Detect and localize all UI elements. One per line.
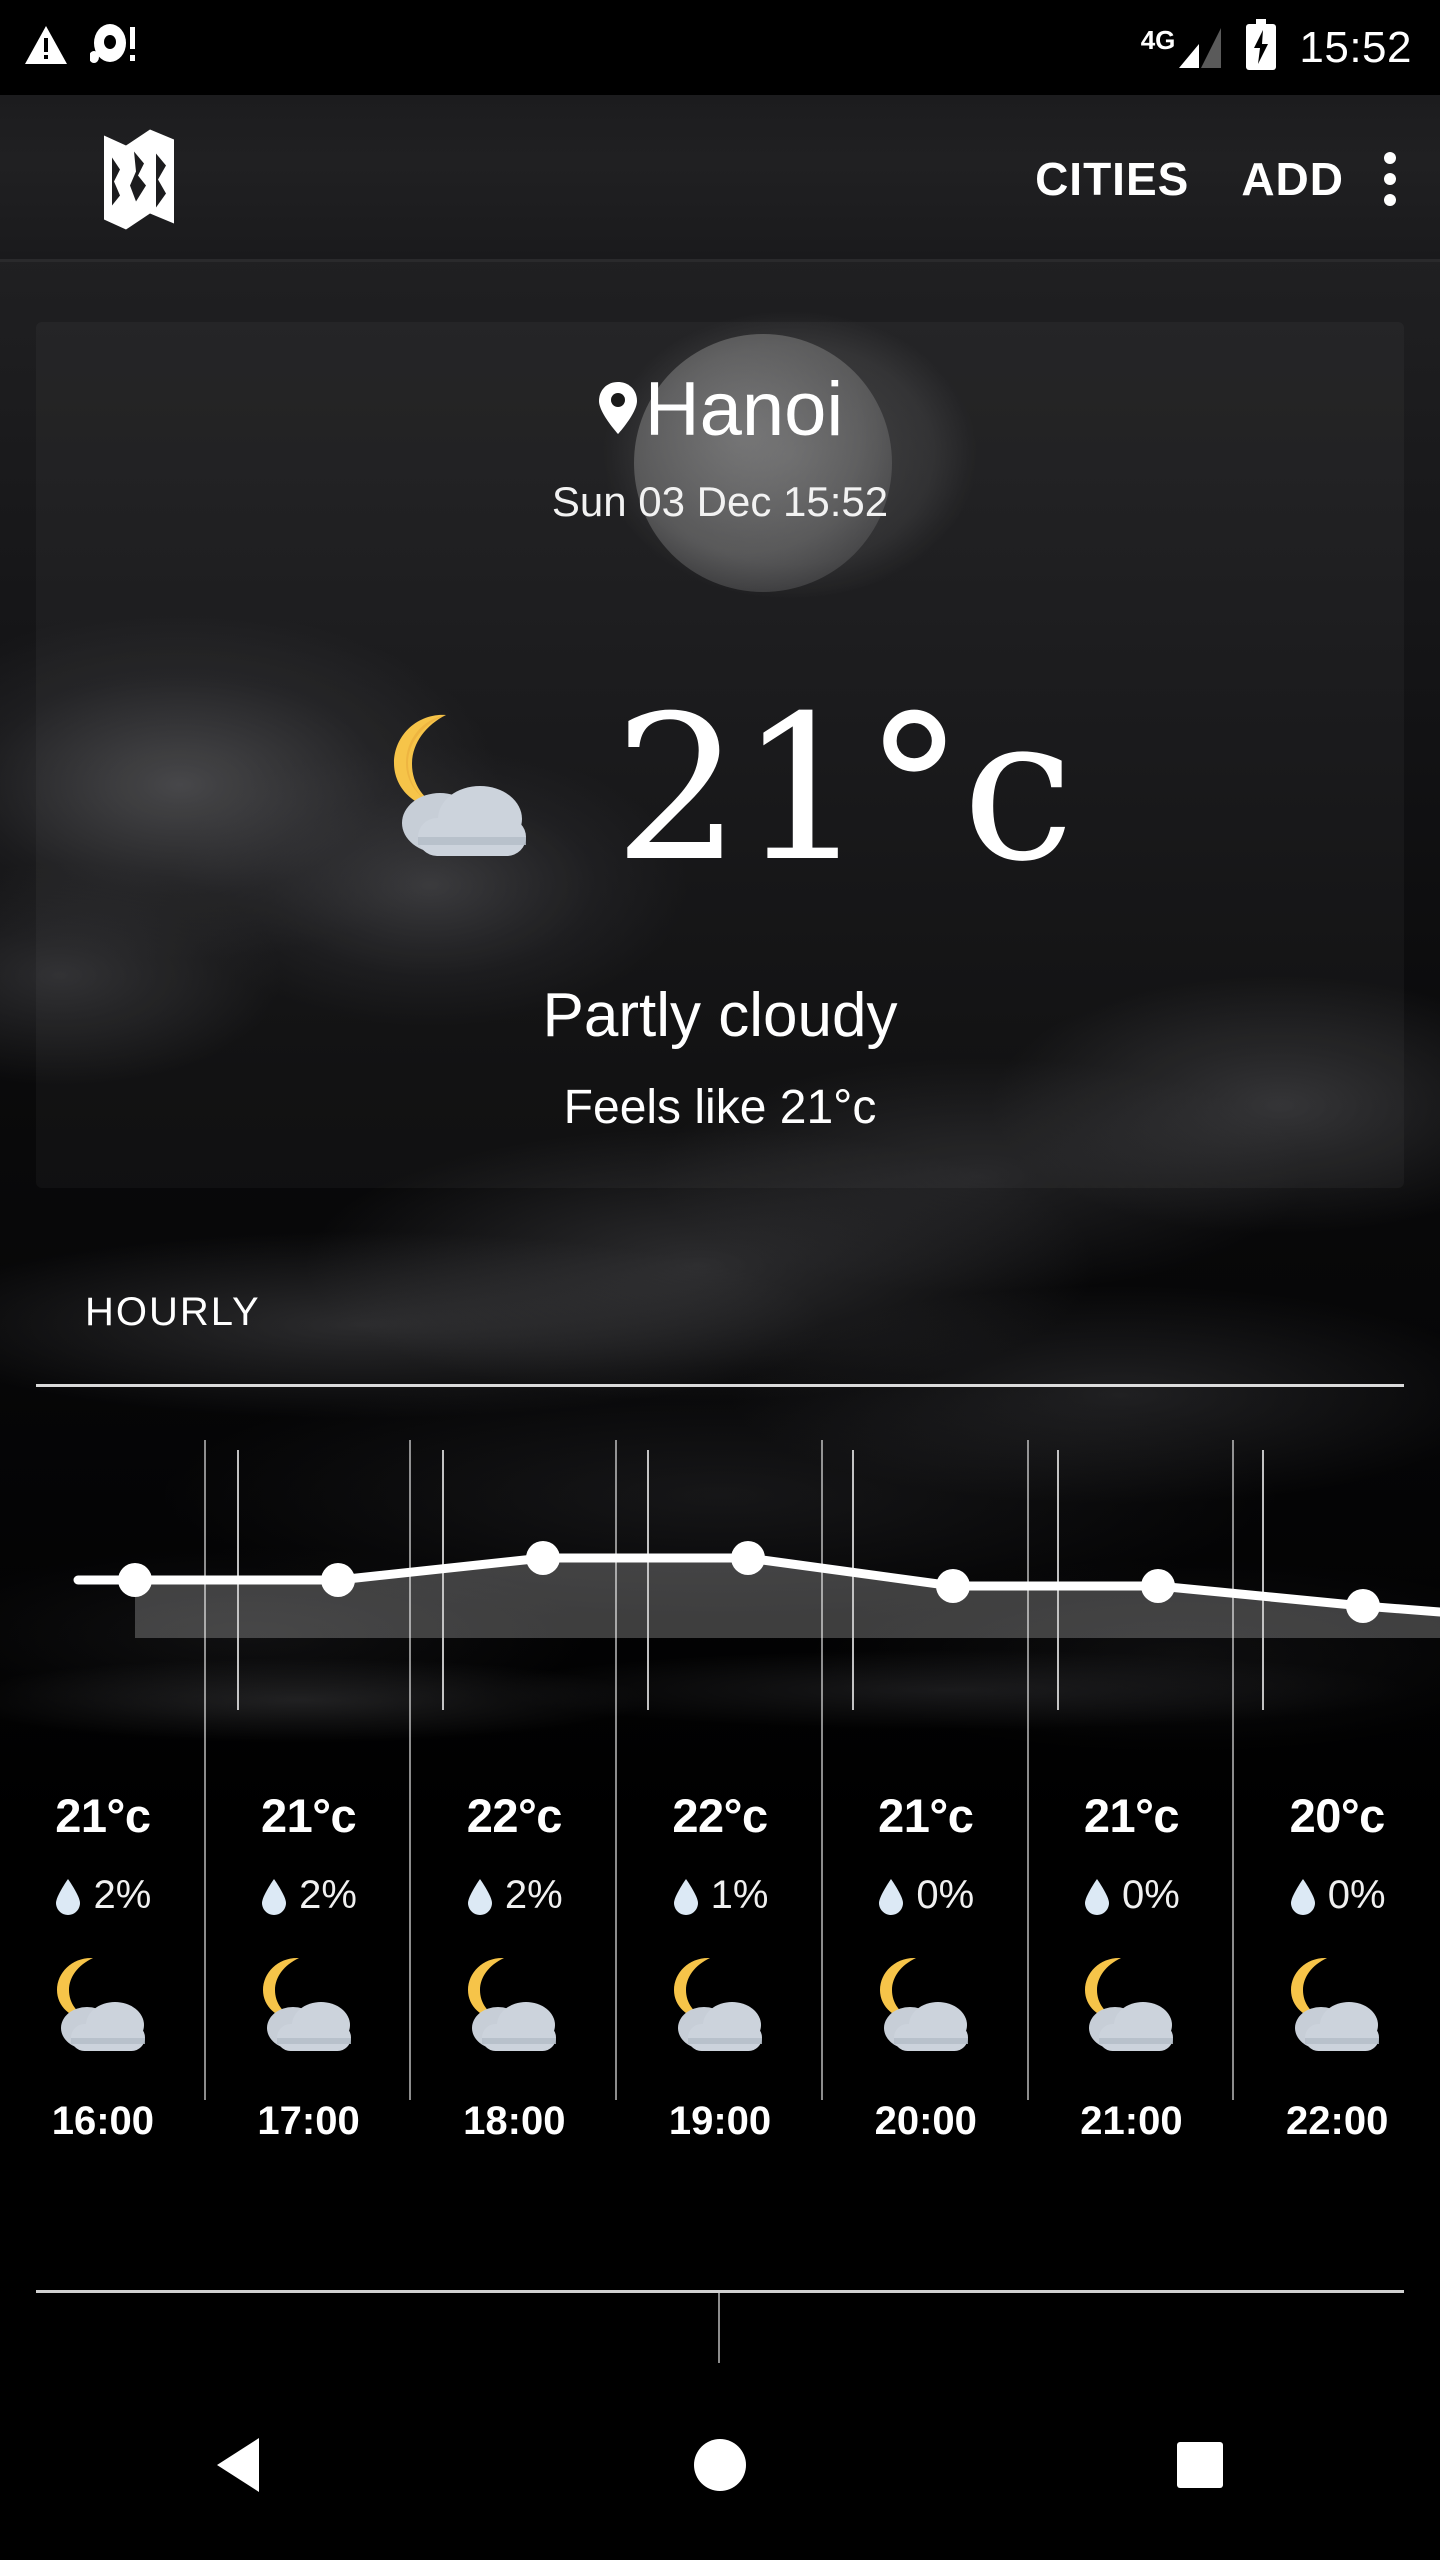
hourly-precip: 2%	[260, 1873, 357, 1918]
water-drop-icon	[56, 1878, 81, 1915]
hourly-item[interactable]: 21°c 0% 21:00	[1029, 1440, 1235, 2180]
chart-point	[526, 1541, 560, 1575]
hourly-temp: 22°c	[672, 1789, 768, 1842]
current-temperature-row: 21°c	[0, 690, 1440, 890]
overflow-dot	[1384, 151, 1396, 164]
moon-behind-cloud-icon	[41, 1952, 165, 2065]
water-drop-icon	[262, 1878, 287, 1915]
hourly-time: 18:00	[463, 2099, 566, 2143]
hourly-time: 17:00	[257, 2099, 360, 2143]
current-temperature: 21°c	[613, 673, 1075, 906]
chart-point	[1346, 1589, 1380, 1623]
water-drop-icon	[673, 1878, 698, 1915]
location-pin-icon	[597, 379, 639, 442]
hourly-precip: 2%	[54, 1873, 151, 1918]
hourly-precip: 1%	[672, 1873, 769, 1918]
hourly-temp: 20°c	[1289, 1789, 1386, 1842]
status-bar: 4G 15:52	[0, 0, 1440, 95]
chart-point	[936, 1569, 970, 1603]
water-drop-icon	[1290, 1878, 1315, 1915]
hourly-precip: 0%	[1083, 1873, 1180, 1918]
chart-point	[1141, 1569, 1175, 1603]
chart-point	[731, 1541, 765, 1575]
hourly-temp: 21°c	[55, 1789, 151, 1842]
app-bar-actions: CITIES ADD	[1009, 138, 1420, 220]
moon-behind-cloud-icon	[368, 705, 558, 875]
hourly-precip-value: 2%	[299, 1873, 357, 1917]
hourly-precip-value: 0%	[1327, 1873, 1386, 1917]
current-condition: Partly cloudy	[542, 981, 898, 1050]
chart-point	[321, 1563, 355, 1597]
chart-point	[118, 1563, 152, 1597]
current-datetime: Sun 03 Dec 15:52	[551, 478, 889, 525]
warning-triangle-icon	[24, 24, 68, 71]
moon-behind-cloud-icon	[452, 1952, 576, 2065]
hourly-time: 19:00	[668, 2099, 772, 2143]
hourly-time: 20:00	[874, 2099, 977, 2143]
add-button[interactable]: ADD	[1215, 138, 1370, 220]
hourly-item[interactable]: 22°c 2% 18:00	[411, 1440, 617, 2180]
cities-button[interactable]: CITIES	[1009, 138, 1215, 220]
moon-behind-cloud-icon	[1069, 1952, 1193, 2065]
back-triangle-icon[interactable]	[150, 2400, 330, 2530]
hourly-forecast-list: 21°c 2% 16:00 21°c 2% 17:00 22°c 2% 18:0…	[0, 1440, 1440, 2180]
hourly-time: 21:00	[1080, 2099, 1183, 2143]
hourly-bottom-tick	[718, 2293, 720, 2363]
hourly-item[interactable]: 22°c 1% 19:00	[617, 1440, 823, 2180]
network-type-label: 4G	[1140, 24, 1176, 55]
hourly-precip-value: 2%	[504, 1873, 563, 1917]
hourly-time: 16:00	[51, 2099, 155, 2143]
app-bar: CITIES ADD	[0, 95, 1440, 262]
hourly-item[interactable]: 21°c 2% 16:00	[0, 1440, 206, 2180]
hourly-section-label: HOURLY	[85, 1290, 261, 1334]
hourly-precip-value: 2%	[93, 1873, 152, 1917]
hourly-precip-value: 0%	[1122, 1873, 1180, 1917]
moon-behind-cloud-icon	[658, 1952, 782, 2065]
hourly-time: 22:00	[1286, 2099, 1389, 2143]
hourly-temp: 21°c	[878, 1789, 974, 1842]
overflow-menu-icon[interactable]	[1370, 142, 1420, 216]
hourly-precip: 0%	[877, 1873, 974, 1918]
hourly-precip-value: 0%	[916, 1873, 975, 1917]
signal-bars-icon: 4G	[1140, 24, 1224, 70]
city-name: Hanoi	[644, 367, 844, 452]
water-drop-icon	[1085, 1878, 1110, 1915]
status-bar-clock: 15:52	[1299, 22, 1412, 72]
hourly-precip: 0%	[1289, 1873, 1386, 1918]
hourly-item[interactable]: 20°c 0% 22:00	[1234, 1760, 1440, 2180]
hourly-bottom-divider	[36, 2290, 1404, 2293]
weather-app-screen: 4G 15:52 CITIES ADD Hanoi Sun 03 Dec 15:…	[0, 0, 1440, 2560]
moon-behind-cloud-icon	[247, 1952, 371, 2065]
water-drop-icon	[467, 1878, 492, 1915]
hourly-precip-value: 1%	[710, 1873, 769, 1917]
overflow-dot	[1384, 193, 1396, 206]
home-circle-icon[interactable]	[630, 2400, 810, 2530]
hourly-temp: 22°c	[466, 1789, 563, 1842]
folded-map-icon[interactable]	[100, 123, 186, 234]
overflow-dot	[1384, 172, 1396, 185]
hourly-temperature-chart	[0, 1420, 1440, 1710]
hourly-top-divider	[36, 1384, 1404, 1387]
recents-square-icon[interactable]	[1110, 2400, 1290, 2530]
moon-behind-cloud-icon	[1275, 1952, 1399, 2065]
status-bar-right-icons: 4G 15:52	[1141, 0, 1412, 95]
hourly-item[interactable]: 21°c 2% 17:00	[206, 1440, 412, 2180]
moon-behind-cloud-icon	[864, 1952, 988, 2065]
alert-circle-icon	[89, 23, 140, 72]
hourly-chart-svg	[73, 1450, 1440, 1710]
city-row: Hanoi	[0, 372, 1440, 448]
hourly-item[interactable]: 21°c 0% 20:00	[823, 1440, 1029, 2180]
feels-like-text: Feels like 21°c	[563, 1081, 877, 1134]
android-nav-bar	[0, 2370, 1440, 2560]
battery-charging-icon	[1245, 19, 1277, 76]
hourly-precip: 2%	[466, 1873, 563, 1918]
hourly-temp: 21°c	[1083, 1789, 1180, 1842]
status-bar-left-icons	[24, 0, 140, 95]
water-drop-icon	[879, 1878, 904, 1915]
hourly-temp: 21°c	[260, 1789, 357, 1842]
